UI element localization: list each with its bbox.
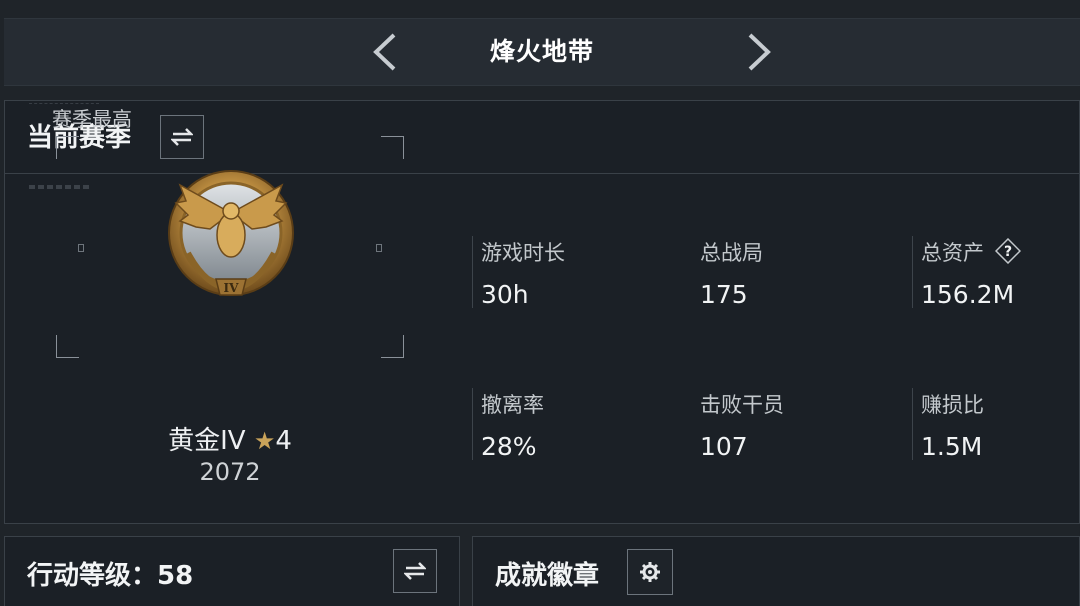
- emblem-numeral: IV: [224, 281, 240, 295]
- action-level-panel: 行动等级：58: [4, 536, 460, 606]
- stat-value: 107: [700, 432, 748, 461]
- mode-header: 烽火地带: [4, 18, 1080, 86]
- stat-value: 1.5M: [921, 432, 983, 461]
- stat-value: 30h: [481, 280, 529, 309]
- stat-value: 156.2M: [921, 280, 1015, 309]
- stat-value: 28%: [481, 432, 537, 461]
- stat-label-text: 总资产: [921, 241, 984, 265]
- rank-title: 黄金IV: [168, 426, 246, 456]
- mode-title: 烽火地带: [489, 37, 594, 66]
- swap-icon: [404, 562, 426, 580]
- gold-rank-emblem-icon: IV: [168, 170, 294, 296]
- chevron-right-icon[interactable]: [738, 31, 778, 73]
- stat-extraction-rate: 撤离率 28%: [472, 388, 672, 461]
- achievements-settings-button[interactable]: [627, 549, 673, 595]
- stat-total-assets: 总资产 ? 156.2M: [912, 236, 1080, 309]
- stat-play-time: 游戏时长 30h: [472, 236, 672, 309]
- action-level-title: 行动等级：58: [27, 561, 194, 591]
- rank-name: 黄金IV ★4: [56, 420, 404, 457]
- achievements-panel: 成就徽章: [472, 536, 1080, 606]
- rank-score: 2072: [199, 458, 261, 486]
- star-icon: ★: [253, 427, 276, 455]
- stat-label: 赚损比: [921, 393, 984, 417]
- achievements-title: 成就徽章: [495, 561, 600, 591]
- rank-stars: 4: [275, 426, 292, 456]
- rank-frame: IV: [56, 136, 404, 358]
- stat-value: 175: [700, 280, 748, 309]
- gear-icon: [640, 562, 660, 582]
- help-icon[interactable]: ?: [994, 237, 1021, 265]
- action-level-swap-button[interactable]: [393, 549, 437, 593]
- stat-label: 撤离率: [481, 393, 544, 417]
- stat-label: 总资产 ?: [921, 236, 1080, 270]
- stat-label: 游戏时长: [481, 241, 565, 265]
- stat-operators-defeated: 击败干员 107: [692, 388, 892, 461]
- svg-text:?: ?: [1004, 244, 1012, 260]
- stat-profit-loss-ratio: 赚损比 1.5M: [912, 388, 1080, 461]
- stat-total-matches: 总战局 175: [692, 236, 892, 309]
- game-record-screen: 烽火地带 当前赛季 赛季最高 IV 黄金IV ★4 2072 游戏时长 30h …: [0, 0, 1080, 606]
- stat-label: 击败干员: [700, 393, 784, 417]
- stat-label: 总战局: [700, 241, 763, 265]
- season-best-label: 赛季最高: [52, 107, 132, 131]
